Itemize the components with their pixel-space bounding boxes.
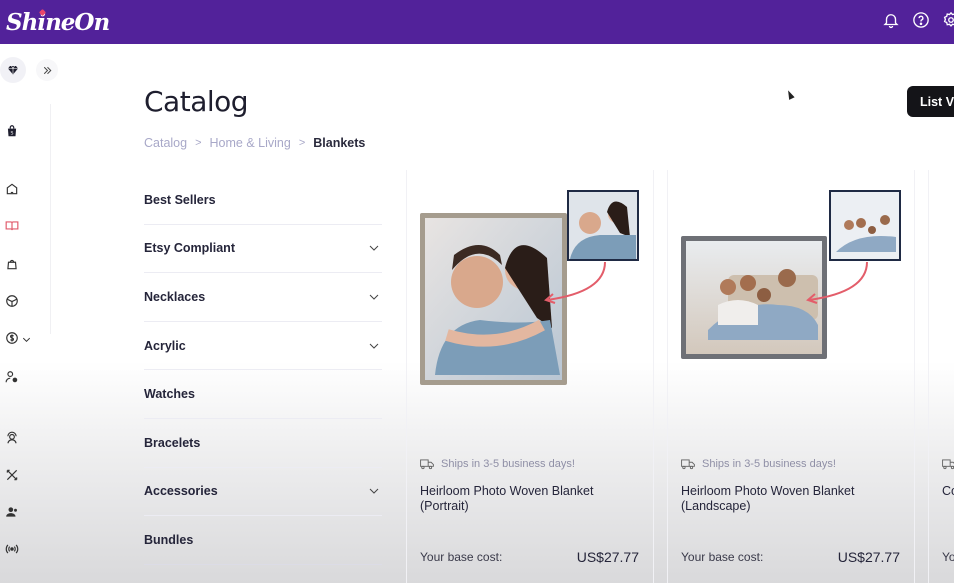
category-acrylic[interactable]: Acrylic [144, 322, 382, 371]
breadcrumb-separator-icon: > [195, 137, 202, 149]
category-bundles[interactable]: Bundles [144, 516, 382, 565]
chevron-down-icon[interactable] [368, 291, 380, 303]
breadcrumb-catalog[interactable]: Catalog [144, 136, 187, 150]
category-list: Best Sellers Etsy Compliant Necklaces Ac… [144, 176, 382, 565]
product-title[interactable]: Co [942, 484, 954, 499]
base-cost-label: Yo [942, 550, 954, 564]
base-cost-value: US$27.77 [837, 549, 900, 565]
top-bar: ShineOn [0, 0, 954, 44]
category-bracelets[interactable]: Bracelets [144, 419, 382, 468]
user-settings-icon[interactable] [4, 369, 20, 385]
shopify-bag-icon[interactable]: S [4, 123, 20, 139]
box-icon[interactable] [4, 293, 20, 309]
truck-icon [420, 459, 434, 470]
category-etsy-compliant[interactable]: Etsy Compliant [144, 225, 382, 274]
bag-icon[interactable] [4, 256, 20, 272]
breadcrumb-home-living[interactable]: Home & Living [210, 136, 291, 150]
sidebar: S [0, 44, 58, 583]
shipping-info [942, 458, 954, 470]
product-image-portrait-blanket [420, 190, 639, 385]
breadcrumb: Catalog > Home & Living > Blankets [144, 136, 365, 150]
chevron-down-icon[interactable] [368, 340, 380, 352]
page-title: Catalog [144, 85, 249, 118]
category-necklaces[interactable]: Necklaces [144, 273, 382, 322]
broadcast-icon[interactable] [4, 541, 20, 557]
breadcrumb-separator-icon: > [298, 137, 306, 149]
shipping-info: Ships in 3-5 business days! [420, 458, 575, 470]
list-view-button[interactable]: List Vi [907, 86, 954, 117]
product-card[interactable]: Co Yo [928, 170, 954, 583]
shineon-logo[interactable]: ShineOn [6, 8, 110, 36]
truck-icon [942, 459, 954, 470]
product-card[interactable]: Ships in 3-5 business days! Heirloom Pho… [667, 170, 915, 583]
home-icon[interactable] [4, 181, 20, 197]
bell-icon[interactable] [882, 11, 900, 34]
breadcrumb-blankets: Blankets [313, 136, 366, 150]
base-cost-label: Your base cost: [420, 550, 503, 564]
svg-text:S: S [11, 131, 14, 137]
truck-icon [681, 459, 695, 470]
category-watches[interactable]: Watches [144, 370, 382, 419]
team-icon[interactable] [4, 504, 20, 520]
catalog-book-icon[interactable] [4, 218, 20, 234]
product-card[interactable]: Ships in 3-5 business days! Heirloom Pho… [406, 170, 654, 583]
category-accessories[interactable]: Accessories [144, 468, 382, 517]
tools-icon[interactable] [4, 467, 20, 483]
base-cost-value: US$27.77 [576, 549, 639, 565]
shipping-info: Ships in 3-5 business days! [681, 458, 836, 470]
chevron-down-icon[interactable] [368, 485, 380, 497]
chevron-down-icon[interactable] [368, 242, 380, 254]
mouse-cursor-icon [785, 89, 795, 100]
product-title[interactable]: Heirloom Photo Woven Blanket (Landscape) [681, 484, 901, 514]
base-cost-label: Your base cost: [681, 550, 764, 564]
support-agent-icon[interactable] [4, 430, 20, 446]
settings-icon[interactable] [942, 11, 954, 34]
dollar-icon[interactable] [4, 330, 20, 346]
expand-sidebar-button[interactable] [36, 59, 58, 81]
category-best-sellers[interactable]: Best Sellers [144, 176, 382, 225]
product-title[interactable]: Heirloom Photo Woven Blanket (Portrait) [420, 484, 640, 514]
product-image-landscape-blanket [681, 190, 901, 359]
help-icon[interactable] [912, 11, 930, 34]
chevron-down-icon[interactable] [21, 332, 32, 350]
gem-icon[interactable] [0, 57, 26, 83]
